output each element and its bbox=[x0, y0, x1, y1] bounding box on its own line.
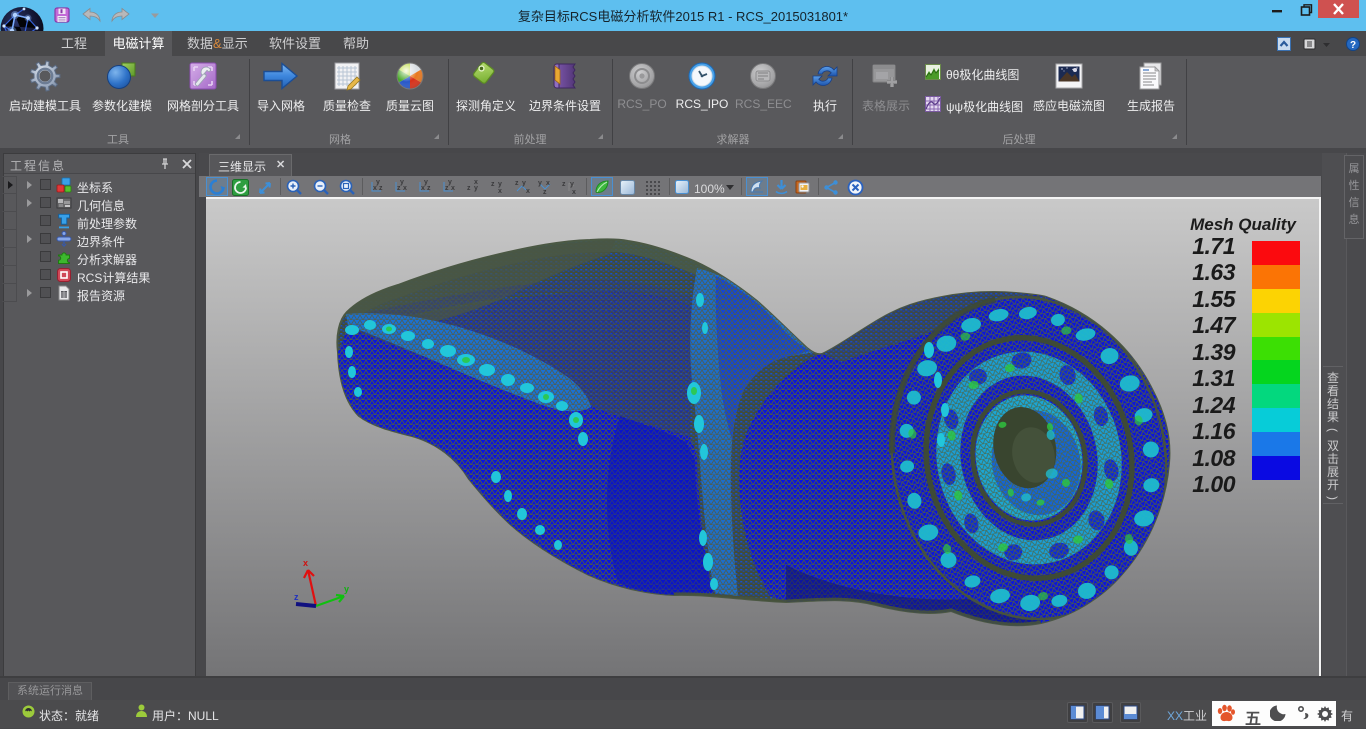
svg-text:z: z bbox=[543, 189, 547, 196]
svg-text:z: z bbox=[379, 185, 383, 192]
svg-text:x: x bbox=[451, 185, 455, 192]
svg-text:息: 息 bbox=[1349, 212, 1360, 226]
svg-text:开: 开 bbox=[1327, 478, 1339, 492]
svg-text:z: z bbox=[491, 181, 495, 188]
svg-text:y: y bbox=[522, 180, 526, 187]
svg-text:信: 信 bbox=[1349, 196, 1360, 209]
svg-text:x: x bbox=[498, 188, 502, 195]
svg-text:性: 性 bbox=[1349, 178, 1360, 192]
svg-text:展: 展 bbox=[1327, 465, 1339, 479]
svg-text:z: z bbox=[427, 185, 431, 192]
svg-text:y: y bbox=[376, 179, 380, 186]
svg-text:): ) bbox=[1326, 496, 1340, 500]
svg-text:x: x bbox=[421, 185, 425, 192]
svg-text:y: y bbox=[474, 185, 478, 192]
svg-text:?: ? bbox=[1350, 40, 1356, 51]
svg-text:击: 击 bbox=[1327, 452, 1339, 466]
svg-text:y: y bbox=[344, 584, 349, 594]
svg-text:x: x bbox=[303, 558, 308, 568]
svg-text:看: 看 bbox=[1327, 384, 1339, 398]
svg-text:y: y bbox=[424, 179, 428, 186]
svg-text:z: z bbox=[515, 180, 519, 187]
svg-text:x: x bbox=[572, 189, 576, 196]
svg-text:x: x bbox=[403, 185, 407, 192]
svg-text:y: y bbox=[538, 180, 542, 187]
svg-text:z: z bbox=[397, 185, 401, 192]
svg-text:z: z bbox=[562, 181, 566, 188]
svg-text:y: y bbox=[400, 179, 404, 186]
svg-text:z: z bbox=[294, 592, 299, 602]
svg-text:y: y bbox=[498, 181, 502, 188]
svg-text:y: y bbox=[570, 181, 574, 188]
svg-text:双: 双 bbox=[1327, 439, 1339, 453]
svg-text:属: 属 bbox=[1349, 162, 1360, 175]
svg-text:查: 查 bbox=[1327, 371, 1339, 385]
svg-text:z: z bbox=[445, 185, 449, 192]
svg-text:(: ( bbox=[1326, 428, 1340, 432]
svg-text:结: 结 bbox=[1327, 397, 1339, 411]
svg-text:x: x bbox=[546, 180, 550, 187]
svg-text:z: z bbox=[467, 185, 471, 192]
svg-text:x: x bbox=[373, 185, 377, 192]
svg-text:y: y bbox=[448, 179, 452, 186]
svg-text:x: x bbox=[526, 188, 530, 195]
svg-text:果: 果 bbox=[1327, 410, 1339, 424]
svg-text:x: x bbox=[474, 179, 478, 186]
